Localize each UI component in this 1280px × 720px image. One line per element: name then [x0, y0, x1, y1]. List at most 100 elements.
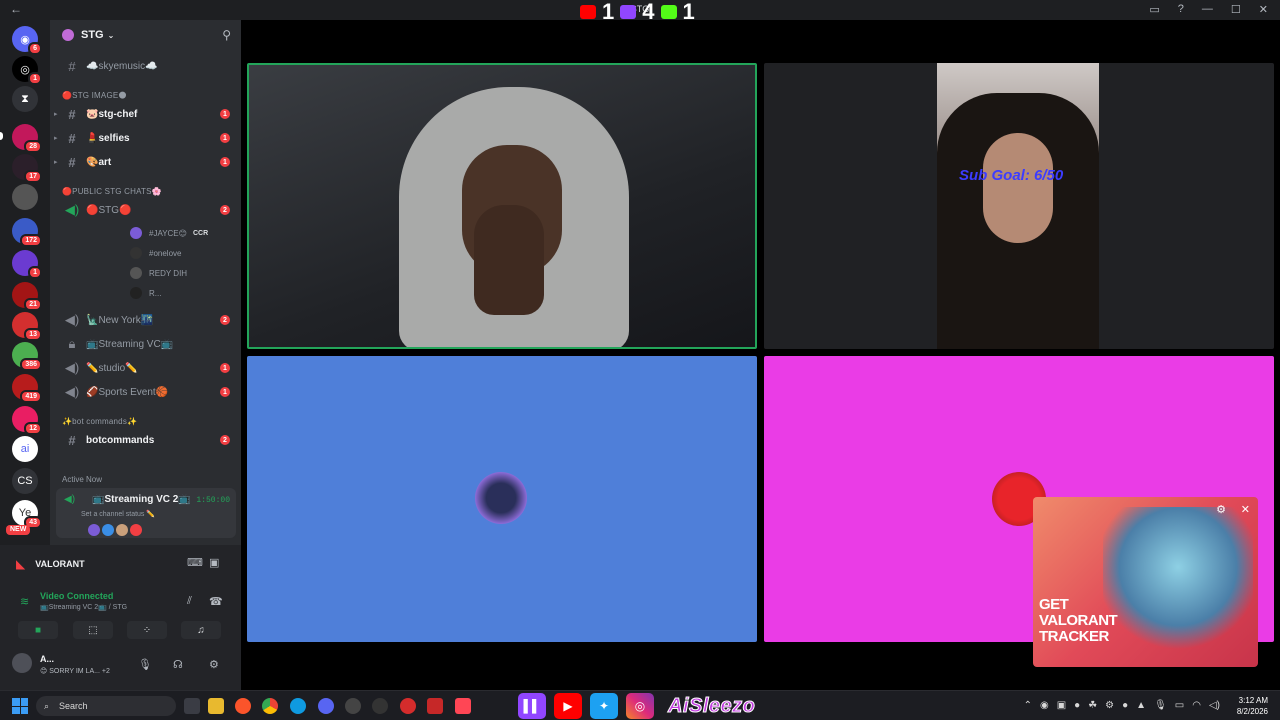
headphones-icon[interactable]: ☊ — [173, 658, 183, 671]
wifi-icon[interactable]: ◠ — [1192, 700, 1201, 711]
server-icon[interactable]: CS — [12, 468, 38, 494]
video-tile-avatar[interactable] — [247, 356, 757, 642]
voice-channel-studio[interactable]: ◀) ✏️studio✏️ 1 — [56, 358, 236, 378]
voice-user[interactable]: #onelove ⌄ — [130, 247, 278, 259]
server-icon[interactable]: ◎ 1 — [12, 56, 42, 85]
server-icon[interactable]: 386 — [12, 342, 42, 371]
discord-taskbar-icon[interactable] — [318, 698, 334, 714]
brave-icon[interactable] — [235, 698, 251, 714]
valorant-taskbar-icon[interactable] — [455, 698, 471, 714]
category-bot-commands[interactable]: ✨bot commands✨ — [62, 417, 137, 426]
chevron-up-icon[interactable]: ⌃ — [1024, 700, 1032, 711]
avatar — [130, 287, 142, 299]
screen-icon[interactable]: ▣ — [209, 556, 219, 569]
server-icon[interactable]: 17 — [12, 154, 42, 183]
soundboard-button[interactable]: ♫ — [181, 621, 221, 639]
channel-status[interactable]: Set a channel status ✏️ — [81, 510, 155, 518]
speaker-icon: ◀) — [64, 360, 80, 375]
active-now-card[interactable]: ◀) 📺Streaming VC 2📺 1:50:00 Set a channe… — [56, 488, 236, 538]
server-icon[interactable]: 419 — [12, 374, 42, 403]
app-icon[interactable] — [400, 698, 416, 714]
channel-selfies[interactable]: ▸ # 💄selfies 1 — [54, 128, 236, 148]
server-icon[interactable]: 13 — [12, 312, 42, 341]
tray-app-icon[interactable]: ☘ — [1088, 700, 1097, 711]
channel-name: 💄selfies — [86, 132, 130, 144]
noise-suppression-icon[interactable]: ⫽ — [187, 595, 192, 608]
channel-stg-chef[interactable]: ▸ # 🐷stg-chef 1 — [54, 104, 236, 124]
gear-icon[interactable]: ⚙ — [1216, 503, 1226, 516]
channel-botcommands[interactable]: # botcommands 2 — [56, 430, 236, 450]
obs-icon[interactable] — [372, 698, 388, 714]
minimize-icon[interactable]: — — [1202, 3, 1213, 16]
hash-icon: # — [68, 154, 76, 170]
kick-icon — [660, 5, 677, 19]
tray-app-icon[interactable]: ⚙ — [1105, 700, 1114, 711]
video-tile[interactable]: Sub Goal: 6/50 — [764, 63, 1274, 349]
valorant-tracker-ad[interactable]: GET VALORANT TRACKER ⚙ ✕ — [1033, 497, 1258, 667]
channel-art[interactable]: ▸ # 🎨art 1 — [54, 152, 236, 172]
app-icon[interactable] — [427, 698, 443, 714]
windows-start-icon[interactable] — [12, 698, 28, 714]
maximize-icon[interactable]: ☐ — [1231, 3, 1241, 16]
server-icon[interactable]: 172 — [12, 218, 42, 247]
voice-user[interactable]: R... — [130, 287, 161, 299]
server-icon[interactable]: Ye 43 — [12, 500, 42, 529]
task-view-icon[interactable] — [184, 698, 200, 714]
guild-header[interactable]: STG ⌄ ⚲ — [50, 20, 241, 50]
server-icon[interactable]: 12 — [12, 406, 42, 435]
user-name: A... — [40, 654, 55, 664]
close-icon[interactable]: ✕ — [1259, 3, 1268, 16]
clock[interactable]: 3:12 AM 8/2/2026 — [1237, 695, 1268, 717]
tray-app-icon[interactable]: 🎙︎ — [1154, 700, 1167, 711]
network-icon[interactable]: ▭ — [1175, 700, 1184, 711]
avatar — [130, 247, 142, 259]
search-input[interactable]: ⌕ Search — [36, 696, 176, 716]
voice-user[interactable]: REDY DIH ⌄ — [130, 267, 278, 279]
server-icon[interactable] — [12, 184, 38, 210]
tray-app-icon[interactable]: ◉ — [1040, 700, 1049, 711]
back-arrow-icon[interactable]: ← — [10, 2, 22, 16]
mic-icon[interactable]: 🎙︎ — [138, 658, 152, 671]
category-public-stg-chats[interactable]: 🔴PUBLIC STG CHATS🌸 — [62, 187, 162, 196]
tray-app-icon[interactable]: ● — [1074, 700, 1080, 711]
volume-icon[interactable]: ◁) — [1209, 700, 1220, 711]
file-explorer-icon[interactable] — [208, 698, 224, 714]
chrome-icon[interactable] — [262, 698, 278, 714]
tray-app-icon[interactable]: ● — [1122, 700, 1128, 711]
edge-icon[interactable] — [290, 698, 306, 714]
tray-app-icon[interactable]: ▣ — [1057, 700, 1066, 711]
video-tile-speaker[interactable] — [247, 63, 757, 349]
disconnect-icon[interactable]: ☎ — [209, 595, 223, 608]
ad-line: TRACKER — [1039, 628, 1109, 645]
activities-button[interactable]: ⁘ — [127, 621, 167, 639]
game-controller-icon[interactable]: ⌨ — [187, 556, 203, 569]
screen-share-button[interactable]: ⬚ — [73, 621, 113, 639]
voice-channel-streaming-vc[interactable]: 🔒︎ 📺Streaming VC📺 — [56, 334, 236, 354]
close-icon[interactable]: ✕ — [1241, 503, 1250, 516]
app-icon[interactable] — [345, 698, 361, 714]
hash-icon: # — [68, 106, 76, 122]
server-icon[interactable]: ai — [12, 436, 38, 462]
voice-user[interactable]: #JAYCE😊 CCR — [130, 227, 208, 239]
category-stg-image[interactable]: 🔴STG IMAGE🌑 — [62, 91, 127, 100]
tray-app-icon[interactable]: ▲ — [1136, 700, 1146, 711]
voice-channel-stg[interactable]: ◀) 🔴STG🔴 2 — [56, 200, 236, 220]
connection-status[interactable]: Video Connected — [40, 591, 113, 601]
server-icon[interactable]: 1 — [12, 250, 42, 279]
camera-button[interactable]: ■ — [18, 621, 58, 639]
server-icon[interactable]: ⧗ — [12, 86, 38, 112]
inbox-icon[interactable]: ▭ — [1149, 3, 1159, 16]
voice-channel-sports-event[interactable]: ◀) 🏈Sports Event🏀 1 — [56, 382, 236, 402]
valorant-icon: ◣ — [16, 557, 26, 571]
signal-icon[interactable]: ≋ — [20, 595, 29, 608]
channel-skyemusic[interactable]: # ☁️skyemusic☁️ — [56, 56, 236, 76]
avatar[interactable] — [12, 653, 32, 673]
voice-channel-new-york[interactable]: ◀) 🗽New York🌃 2 — [56, 310, 236, 330]
server-icon[interactable]: 21 — [12, 282, 42, 311]
direct-messages-icon[interactable]: ◉ 6 — [12, 26, 42, 55]
avatar — [130, 267, 142, 279]
help-icon[interactable]: ? — [1178, 3, 1184, 16]
server-icon[interactable]: 28 — [12, 124, 42, 153]
gear-icon[interactable]: ⚙ — [209, 658, 219, 671]
add-member-icon[interactable]: ⚲ — [222, 28, 231, 42]
